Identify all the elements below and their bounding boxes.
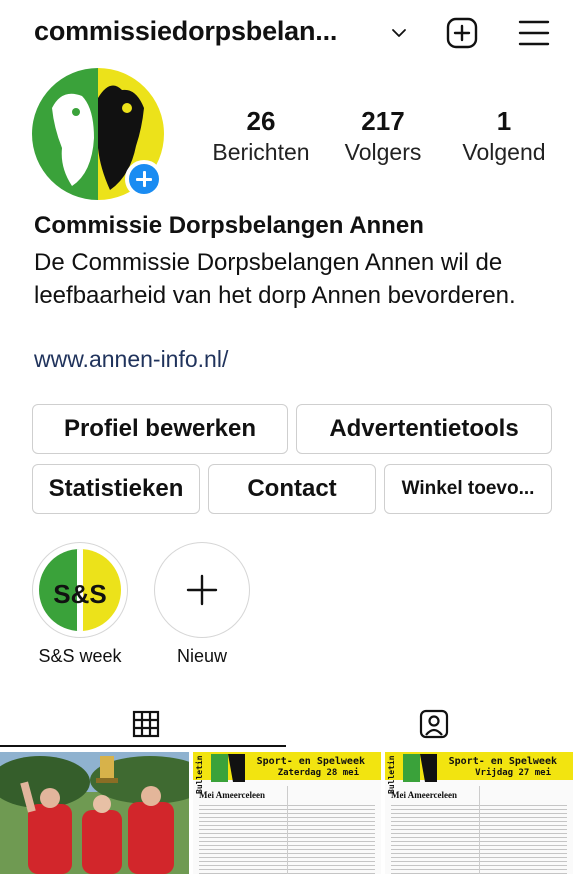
- grid-icon[interactable]: [130, 708, 162, 740]
- posts-count-label: Berichten: [212, 139, 310, 165]
- top-bar: commissiedorpsbelan...: [0, 0, 573, 70]
- post-photo: [0, 752, 189, 874]
- highlight-cover-text: S&S: [53, 579, 106, 609]
- bulletin-title: Sport- en Spelweek: [448, 756, 557, 767]
- bulletin-side-label: Bulletin: [195, 755, 204, 794]
- posts-count-value: 26: [246, 106, 276, 136]
- post-thumbnail[interactable]: Bulletin Sport- en Spelweek Zaterdag 28 …: [193, 752, 381, 874]
- followers-count-label: Volgers: [344, 139, 422, 165]
- followers-count[interactable]: 217 Volgers: [334, 105, 432, 167]
- add-shop-button[interactable]: Winkel toevo...: [384, 464, 552, 514]
- bulletin-side-label: Bulletin: [387, 755, 396, 794]
- post-thumbnail[interactable]: [0, 752, 189, 874]
- menu-icon[interactable]: [518, 18, 550, 48]
- new-highlight-button[interactable]: [154, 542, 250, 638]
- owl-logo-icon: [211, 754, 245, 782]
- column-divider: [287, 786, 288, 874]
- following-count-value: 1: [496, 106, 512, 136]
- following-count[interactable]: 1 Volgend: [452, 105, 556, 167]
- profile-name: Commissie Dorpsbelangen Annen: [34, 212, 424, 239]
- bulletin-heading: Mei Ameerceleen: [391, 790, 458, 800]
- bulletin-date: Vrijdag 27 mei: [475, 768, 551, 778]
- active-tab-indicator: [0, 745, 286, 747]
- bulletin-title: Sport- en Spelweek: [256, 756, 365, 767]
- highlight-ss-week[interactable]: S&S: [32, 542, 128, 638]
- following-count-label: Volgend: [462, 139, 546, 165]
- plus-icon: [186, 574, 218, 606]
- account-switcher-username[interactable]: commissiedorpsbelan...: [34, 16, 337, 47]
- add-story-icon[interactable]: [125, 160, 163, 198]
- tagged-icon[interactable]: [418, 708, 450, 740]
- followers-count-value: 217: [361, 106, 405, 136]
- contact-button[interactable]: Contact: [208, 464, 376, 514]
- bulletin-heading: Mei Ameerceleen: [199, 790, 266, 800]
- new-post-icon[interactable]: [446, 17, 478, 49]
- owl-logo-icon: [403, 754, 437, 782]
- ad-tools-button[interactable]: Advertentietools: [296, 404, 552, 454]
- highlight-label-ss-week: S&S week: [38, 646, 122, 666]
- posts-count[interactable]: 26 Berichten: [205, 105, 317, 167]
- post-thumbnail[interactable]: Bulletin Sport- en Spelweek Vrijdag 27 m…: [385, 752, 573, 874]
- statistics-button[interactable]: Statistieken: [32, 464, 200, 514]
- highlight-label-new: Nieuw: [176, 646, 228, 666]
- profile-website-link[interactable]: www.annen-info.nl/: [34, 346, 228, 373]
- column-divider: [479, 786, 480, 874]
- edit-profile-button[interactable]: Profiel bewerken: [32, 404, 288, 454]
- bulletin-date: Zaterdag 28 mei: [277, 768, 359, 778]
- profile-bio: De Commissie Dorpsbelangen Annen wil de …: [34, 249, 516, 309]
- highlight-cover: S&S: [39, 549, 121, 631]
- chevron-down-icon[interactable]: [388, 22, 410, 44]
